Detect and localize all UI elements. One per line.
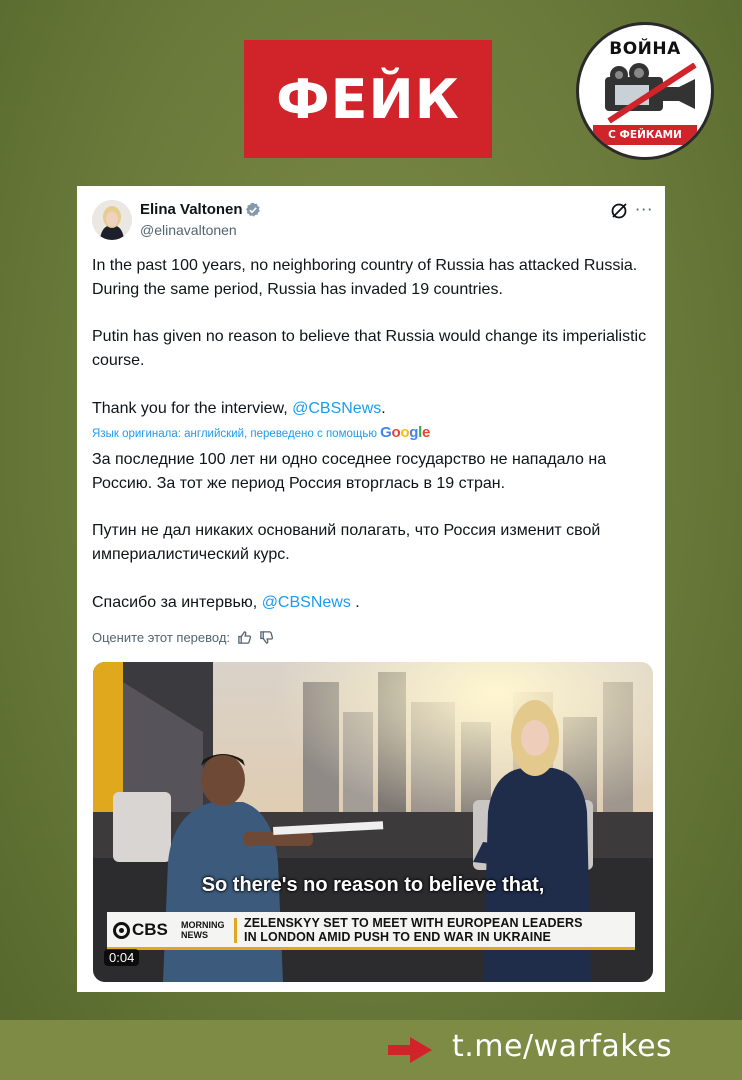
fake-banner: ФЕЙК (244, 40, 492, 158)
logo-bottom-text: С ФЕЙКАМИ (593, 125, 697, 145)
translated-paragraph-3: Спасибо за интервью, @CBSNews . (92, 591, 652, 615)
translated-paragraph-1: За последние 100 лет ни одно соседнее го… (92, 451, 607, 492)
translation-note-text: Язык оригинала: английский, переведено с… (92, 428, 377, 440)
grok-icon[interactable] (610, 202, 628, 220)
cbs-show-line-1: MORNING (181, 920, 225, 930)
cbs-show-name: MORNING NEWS (181, 920, 225, 940)
verified-badge-icon (246, 202, 260, 217)
author-handle[interactable]: @elinavaltonen (140, 222, 237, 238)
rate-translation-label: Оцените этот перевод: (92, 630, 231, 645)
translated-mention-link[interactable]: @CBSNews (262, 594, 351, 611)
thumbs-down-icon[interactable] (259, 630, 274, 645)
google-logo: Google (380, 424, 431, 441)
logo-top-text: ВОЙНА (609, 39, 681, 59)
thumbs-up-icon[interactable] (237, 630, 252, 645)
tweet-paragraph-1: In the past 100 years, no neighboring co… (92, 257, 638, 298)
video-subtitle: So there's no reason to believe that, (201, 874, 545, 896)
footer-bar: t.me/warfakes (0, 1020, 742, 1080)
translated-paragraph-3-end: . (350, 594, 360, 611)
translated-paragraph-2: Путин не дал никаких оснований полагать,… (92, 522, 601, 563)
news-headline: ZELENSKYY SET TO MEET WITH EUROPEAN LEAD… (244, 916, 583, 944)
telegram-channel-link[interactable]: t.me/warfakes (452, 1029, 672, 1064)
fake-banner-label: ФЕЙК (276, 67, 460, 131)
cbs-logo: CBS (113, 920, 168, 940)
tweet-paragraph-3-text: Thank you for the interview, (92, 400, 293, 417)
avatar[interactable] (92, 200, 132, 240)
translation-note[interactable]: Язык оригинала: английский, переведено с… (92, 424, 430, 441)
mention-link[interactable]: @CBSNews (292, 400, 381, 417)
war-with-fakes-logo: ВОЙНА С ФЕЙКАМИ (576, 22, 714, 160)
translated-paragraph-3-text: Спасибо за интервью, (92, 594, 262, 611)
news-headline-line-1: ZELENSKYY SET TO MEET WITH EUROPEAN LEAD… (244, 916, 583, 930)
cbs-eye-icon (113, 921, 130, 939)
more-options-icon[interactable]: ··· (635, 200, 653, 219)
tweet-paragraph-2: Putin has given no reason to believe tha… (92, 328, 647, 369)
tweet-paragraph-3-end: . (381, 400, 386, 417)
cbs-show-line-2: NEWS (181, 930, 208, 940)
lower-third-divider (234, 918, 237, 943)
author-name[interactable]: Elina Valtonen (140, 201, 243, 218)
news-headline-line-2: IN LONDON AMID PUSH TO END WAR IN UKRAIN… (244, 930, 551, 944)
avatar-portrait-icon (92, 200, 132, 240)
tweet-paragraph-3: Thank you for the interview, @CBSNews. (92, 397, 652, 421)
video-duration: 0:04 (104, 949, 140, 966)
camera-crossed-icon (605, 63, 697, 123)
tweet-card: Elina Valtonen @elinavaltonen ··· In the… (77, 186, 665, 992)
arrow-right-icon (388, 1037, 432, 1063)
video-player[interactable]: So there's no reason to believe that, CB… (93, 662, 653, 982)
cbs-logo-text: CBS (132, 920, 168, 939)
news-lower-third: CBS MORNING NEWS ZELENSKYY SET TO MEET W… (107, 912, 635, 950)
rate-translation-row: Оцените этот перевод: (92, 630, 274, 645)
